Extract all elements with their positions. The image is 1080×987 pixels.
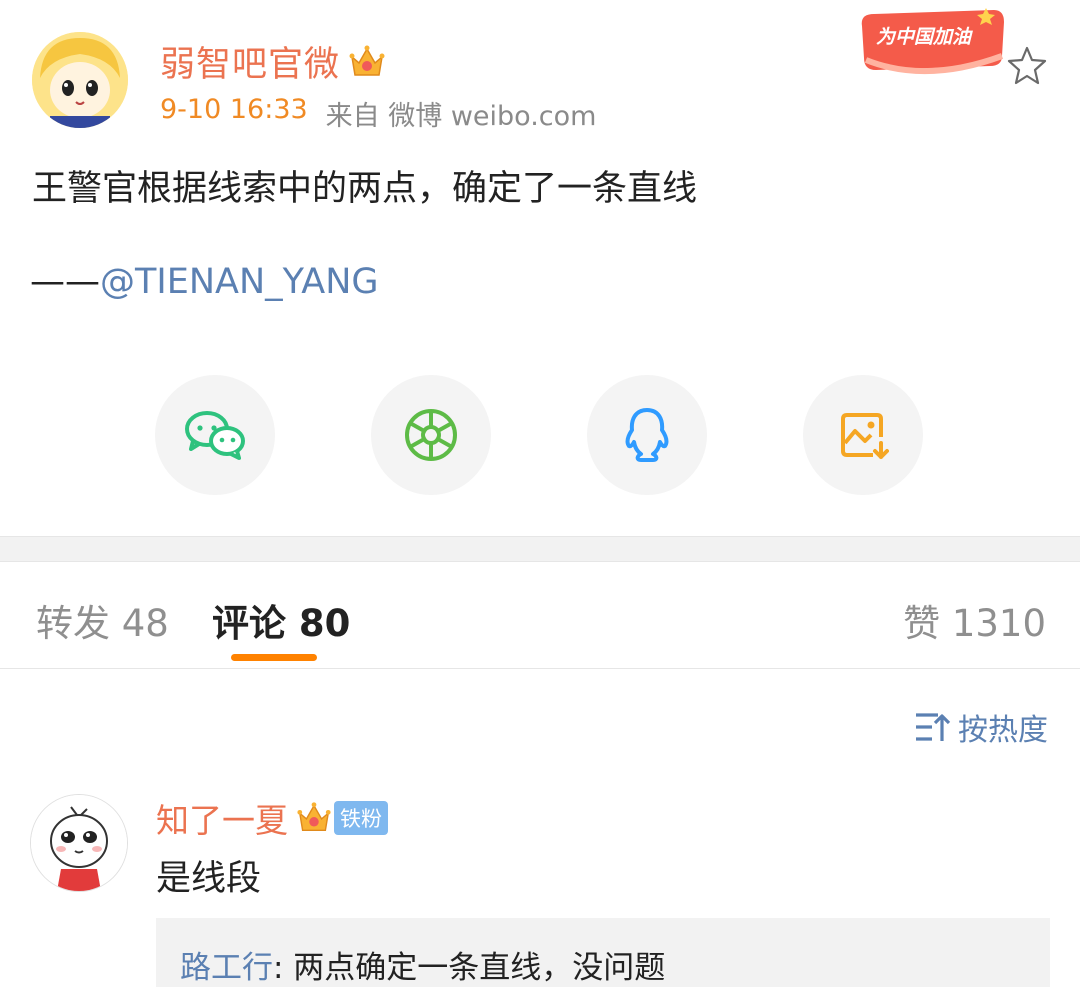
reply-line: 路工行: 两点确定一条直线，没问题 — [180, 942, 665, 987]
comment-text: 是线段 — [156, 859, 262, 899]
tab-repost[interactable]: 转发 48 — [36, 593, 169, 647]
post-text: 王警官根据线索中的两点，确定了一条直线 — [32, 169, 698, 209]
sort-by-hot-button[interactable]: 按热度 — [914, 705, 1048, 749]
tab-likes[interactable]: 赞 1310 — [903, 593, 1046, 647]
active-tab-indicator — [231, 654, 317, 661]
commenter-name[interactable]: 知了一夏 — [156, 794, 288, 842]
tabs-divider — [0, 668, 1080, 669]
moments-icon — [405, 409, 457, 461]
attribution-dash: —— — [30, 262, 100, 302]
reply-preview[interactable]: 路工行: 两点确定一条直线，没问题 — [156, 918, 1050, 987]
commenter-avatar[interactable] — [30, 794, 128, 892]
sort-label: 按热度 — [958, 713, 1048, 748]
mention-link[interactable]: @TIENAN_YANG — [100, 262, 379, 302]
sort-icon — [916, 713, 951, 741]
author-name[interactable]: 弱智吧官微 — [160, 36, 340, 87]
favorite-star-icon[interactable] — [1006, 44, 1048, 86]
cheer-badge-text: 为中国加油 — [876, 26, 972, 48]
vip-crown-icon — [349, 45, 385, 76]
save-image-button[interactable] — [803, 375, 923, 495]
post-attribution: —— @TIENAN_YANG — [30, 262, 379, 302]
wechat-icon — [185, 411, 245, 460]
reply-text: : 两点确定一条直线，没问题 — [273, 950, 666, 986]
post-author-row: 弱智吧官微 — [160, 36, 386, 87]
post-time: 9-10 16:33 — [160, 94, 308, 125]
reply-username[interactable]: 路工行 — [180, 950, 273, 986]
post-meta: 9-10 16:33 来自 微博 weibo.com — [160, 94, 596, 133]
save-image-icon — [841, 413, 889, 459]
share-qq-button[interactable] — [587, 375, 707, 495]
qq-icon — [625, 408, 669, 462]
share-moments-button[interactable] — [371, 375, 491, 495]
iron-fan-badge: 铁粉 — [334, 801, 388, 835]
author-avatar[interactable] — [32, 32, 128, 128]
share-wechat-button[interactable] — [155, 375, 275, 495]
section-divider — [0, 536, 1080, 562]
post-source: 来自 微博 weibo.com — [325, 101, 597, 132]
tab-comments[interactable]: 评论 80 — [212, 593, 350, 647]
comment-header: 知了一夏 铁粉 — [156, 794, 388, 842]
vip-crown-icon — [297, 802, 331, 832]
cheer-china-badge[interactable]: 为中国加油 — [856, 4, 1006, 84]
